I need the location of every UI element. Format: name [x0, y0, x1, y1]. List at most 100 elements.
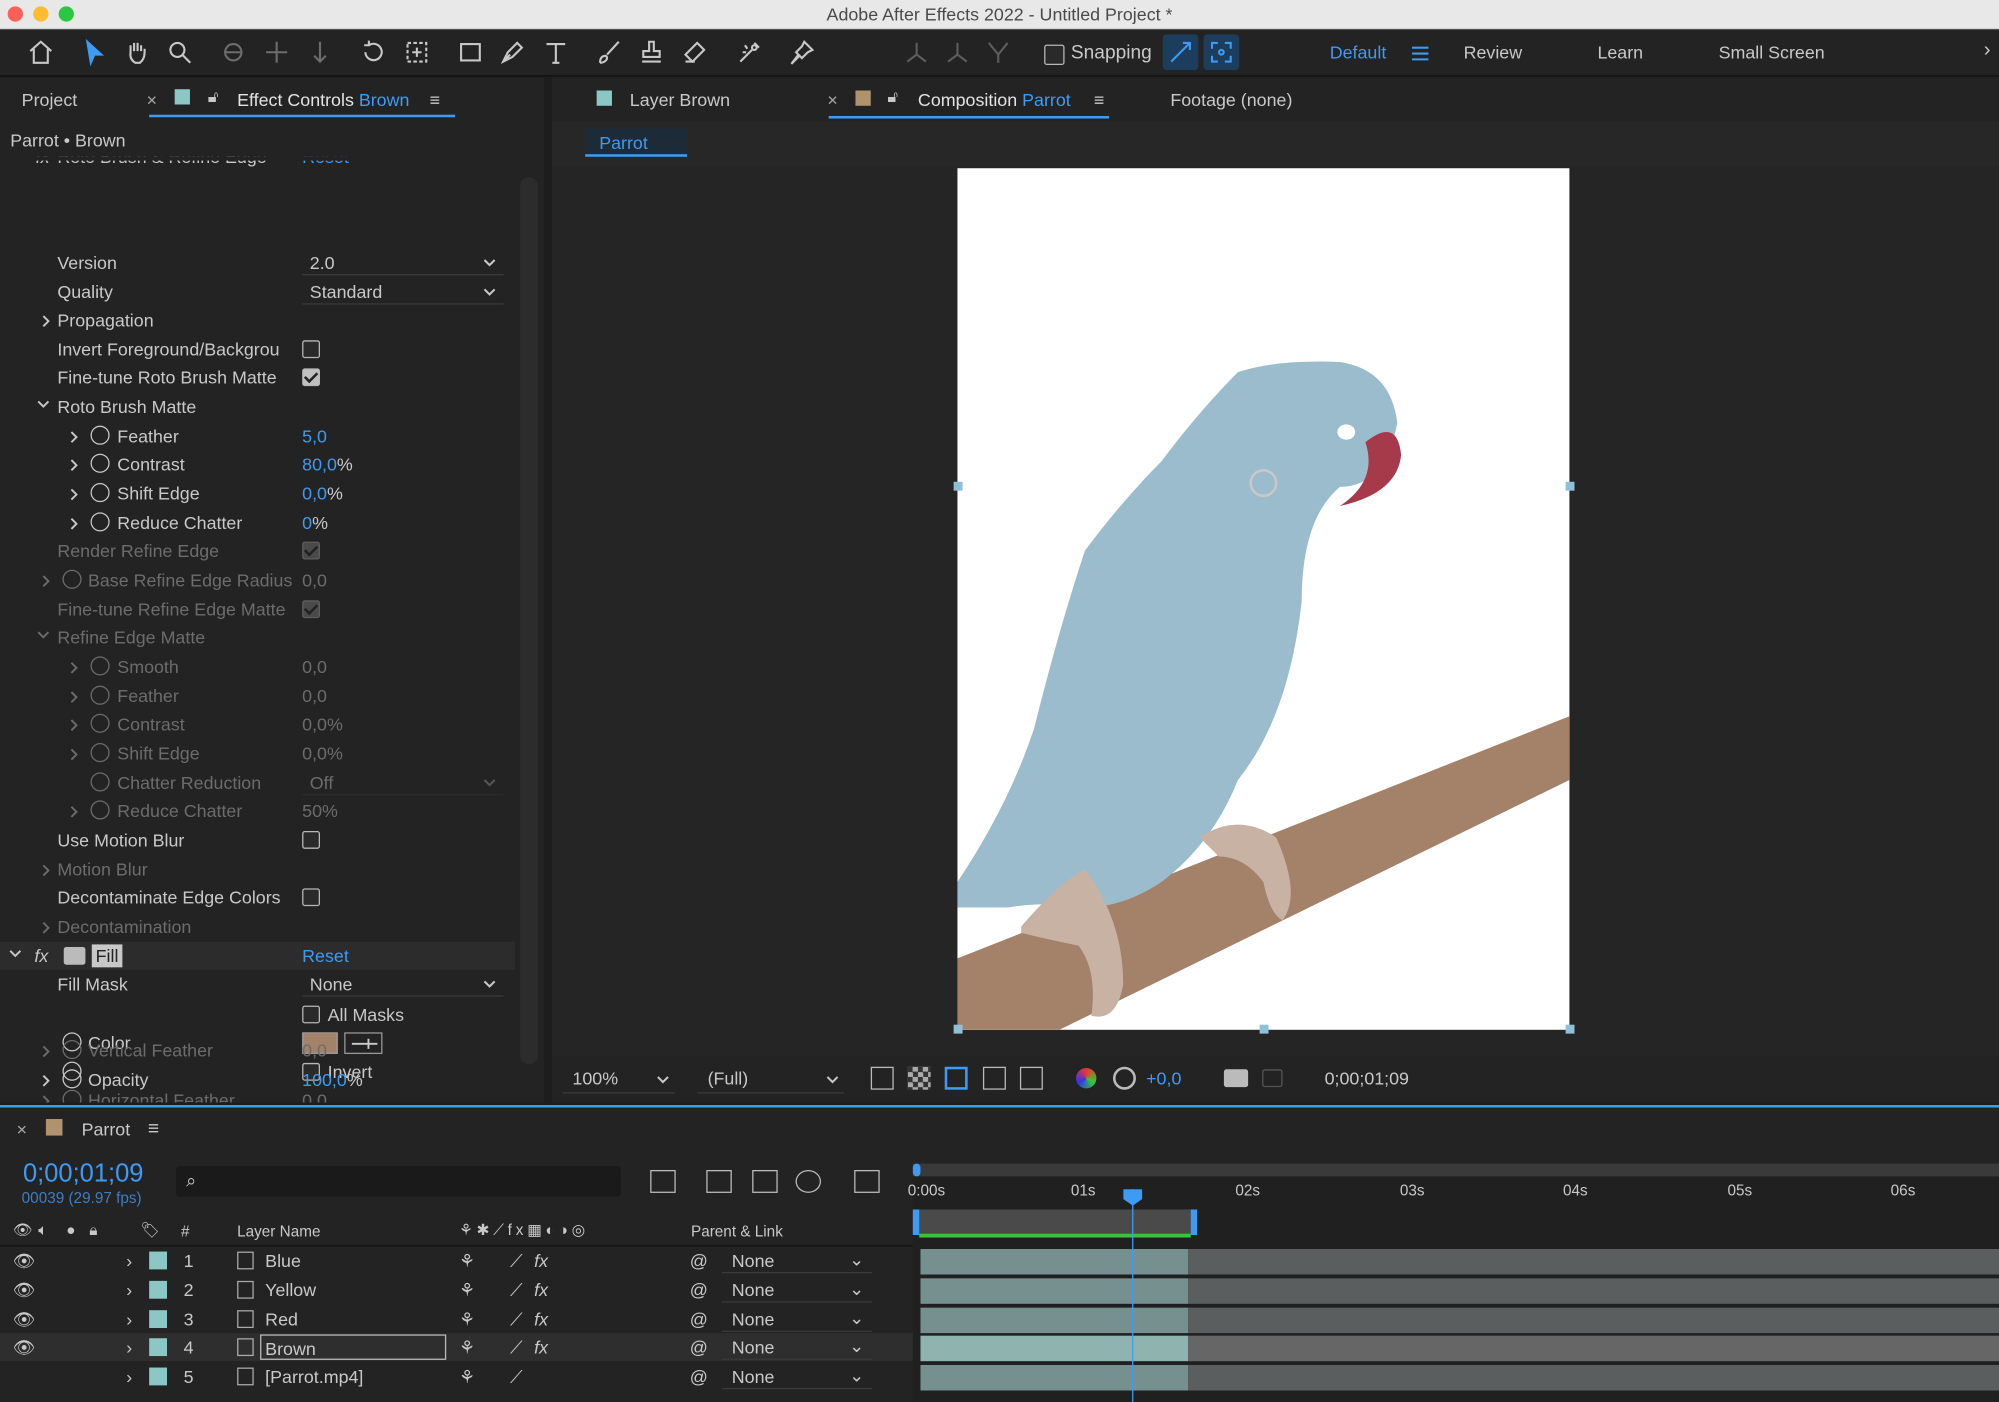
invert-fg-checkbox[interactable] [302, 340, 320, 359]
quality-switch-icon[interactable]: ⟋ [510, 1366, 523, 1388]
stopwatch-icon[interactable] [90, 800, 110, 820]
contrast-value[interactable]: 80,0 [302, 454, 337, 474]
tab-layer[interactable]: Layer Brown [630, 89, 730, 109]
stopwatch-icon[interactable] [90, 425, 110, 445]
tab-project[interactable]: Project [22, 89, 78, 109]
guides-grid-icon[interactable] [1019, 1066, 1043, 1090]
workspace-default[interactable]: Default [1330, 42, 1387, 62]
decontam-colors-checkbox[interactable] [302, 888, 320, 907]
layer-row[interactable]: 👁︎ › 2 Yellow ⚘ ⟋ fx @ None ⌄ [0, 1276, 913, 1304]
world-axis-icon[interactable] [940, 34, 976, 70]
layer-bar[interactable] [920, 1278, 1189, 1304]
layer-row[interactable]: 👁︎ › 3 Red ⚘ ⟋ fx @ None ⌄ [0, 1305, 913, 1333]
pan-behind-tool-icon[interactable] [399, 34, 435, 70]
region-of-interest-icon[interactable] [982, 1066, 1006, 1090]
chevron-right-icon[interactable] [68, 455, 81, 471]
graph-editor-icon[interactable] [854, 1169, 880, 1193]
layer-label-color[interactable] [149, 1338, 168, 1357]
time-navigator[interactable] [912, 1163, 1999, 1177]
shy-layers-icon[interactable] [706, 1169, 732, 1193]
chevron-right-icon[interactable]: › [126, 1280, 132, 1300]
transform-handle[interactable] [953, 1024, 963, 1034]
layer-name[interactable]: Red [265, 1309, 298, 1329]
pen-tool-icon[interactable] [495, 34, 531, 70]
pan-camera-icon[interactable] [259, 34, 295, 70]
fast-previews-icon[interactable] [870, 1066, 894, 1090]
close-tab-icon[interactable]: × [147, 89, 157, 109]
label-tag-icon[interactable]: 🏷︎ [140, 1221, 159, 1239]
roto-brush-tool-icon[interactable] [732, 34, 768, 70]
chevron-right-icon[interactable] [40, 571, 53, 587]
layer-row[interactable]: › 5 [Parrot.mp4] ⚘ ⟋ @ None ⌄ [0, 1362, 913, 1390]
lock-icon[interactable]: 🔓︎ [208, 87, 219, 107]
fill-effect-header[interactable]: fx Fill Reset [0, 941, 516, 970]
color-channels-icon[interactable] [1076, 1068, 1097, 1089]
layer-bar-remaining[interactable] [1188, 1278, 1999, 1304]
stopwatch-icon[interactable] [62, 1069, 82, 1089]
quality-switch-icon[interactable]: ⟋ [510, 1250, 523, 1272]
layer-bar-remaining[interactable] [1188, 1335, 1999, 1362]
zoom-tool-icon[interactable] [162, 34, 198, 70]
chevron-right-icon[interactable] [68, 802, 81, 818]
workspace-learn[interactable]: Learn [1597, 42, 1643, 62]
pick-whip-icon[interactable]: @ [690, 1337, 708, 1357]
audio-icon[interactable]: 🔈︎ [38, 1221, 47, 1240]
parent-dropdown[interactable]: None ⌄ [721, 1334, 873, 1360]
shy-switch-icon[interactable]: ⚘ [459, 1366, 475, 1388]
tab-composition[interactable]: Composition Parrot [918, 89, 1071, 109]
tab-effect-controls[interactable]: Effect Controls Brown [237, 89, 409, 109]
stopwatch-icon[interactable] [90, 512, 110, 532]
stopwatch-icon[interactable] [90, 656, 110, 676]
rotation-tool-icon[interactable] [356, 34, 392, 70]
layer-name[interactable]: Blue [265, 1250, 301, 1270]
render-refine-checkbox[interactable] [302, 541, 320, 560]
quality-dropdown[interactable]: Standard [302, 279, 504, 305]
shy-switch-icon[interactable]: ⚘ [459, 1250, 475, 1272]
work-area-bar[interactable] [912, 1209, 1194, 1235]
effects-switch-icon[interactable]: fx [534, 1309, 548, 1329]
workspace-menu-icon[interactable] [1402, 36, 1438, 72]
reset-exposure-icon[interactable] [1112, 1066, 1136, 1090]
layer-row[interactable]: 👁︎ › 1 Blue ⚘ ⟋ fx @ None ⌄ [0, 1246, 913, 1274]
mask-visibility-icon[interactable] [944, 1066, 968, 1090]
fx-icon[interactable]: fx [34, 946, 48, 966]
effects-switch-icon[interactable]: fx [534, 1280, 548, 1300]
chevron-right-icon[interactable]: › [126, 1337, 132, 1357]
fill-reset-link[interactable]: Reset [302, 946, 349, 966]
dolly-camera-icon[interactable] [302, 34, 338, 70]
comp-mini-flowchart-icon[interactable] [650, 1169, 676, 1193]
playhead-handle[interactable] [1123, 1189, 1143, 1206]
workspace-review[interactable]: Review [1464, 42, 1523, 62]
time-navigator-start-handle[interactable] [912, 1163, 921, 1177]
refine-feather-value[interactable]: 0,0 [302, 686, 327, 706]
parent-dropdown[interactable]: None ⌄ [721, 1248, 873, 1274]
lock-icon[interactable]: 🔒︎ [89, 1221, 97, 1240]
stopwatch-icon[interactable] [90, 483, 110, 503]
chevron-right-icon[interactable]: › [126, 1366, 132, 1386]
version-dropdown[interactable]: 2.0 [302, 250, 504, 276]
snapshot-camera-icon[interactable] [1223, 1069, 1249, 1088]
propagation-row[interactable]: Propagation [0, 306, 515, 334]
eraser-tool-icon[interactable] [677, 34, 713, 70]
workspace-small-screen[interactable]: Small Screen [1719, 42, 1825, 62]
local-axis-icon[interactable] [899, 34, 935, 70]
chevron-right-icon[interactable]: › [126, 1250, 132, 1270]
chatter-reduction-dropdown[interactable]: Off [302, 770, 504, 796]
layer-bar-remaining[interactable] [1188, 1249, 1999, 1275]
panel-menu-icon[interactable]: ≡ [1094, 89, 1104, 109]
all-masks-checkbox[interactable] [302, 1005, 320, 1024]
current-time-display[interactable]: 0;00;01;09 [23, 1160, 144, 1189]
quality-switch-icon[interactable]: ⟋ [510, 1309, 523, 1331]
pick-whip-icon[interactable]: @ [690, 1366, 708, 1386]
layer-bar[interactable] [920, 1364, 1189, 1391]
chevron-right-icon[interactable] [68, 744, 81, 761]
stopwatch-icon[interactable] [90, 713, 110, 733]
anchor-point-icon[interactable] [1249, 469, 1278, 498]
timeline-tab[interactable]: Parrot [82, 1119, 131, 1139]
effects-switch-icon[interactable]: fx [534, 1250, 548, 1270]
reduce-chatter-value[interactable]: 0 [302, 512, 312, 532]
parent-dropdown[interactable]: None ⌄ [721, 1306, 873, 1332]
quality-switch-icon[interactable]: ⟋ [510, 1280, 523, 1302]
layer-label-color[interactable] [149, 1367, 168, 1386]
opacity-value[interactable]: 100,0 [302, 1069, 347, 1089]
